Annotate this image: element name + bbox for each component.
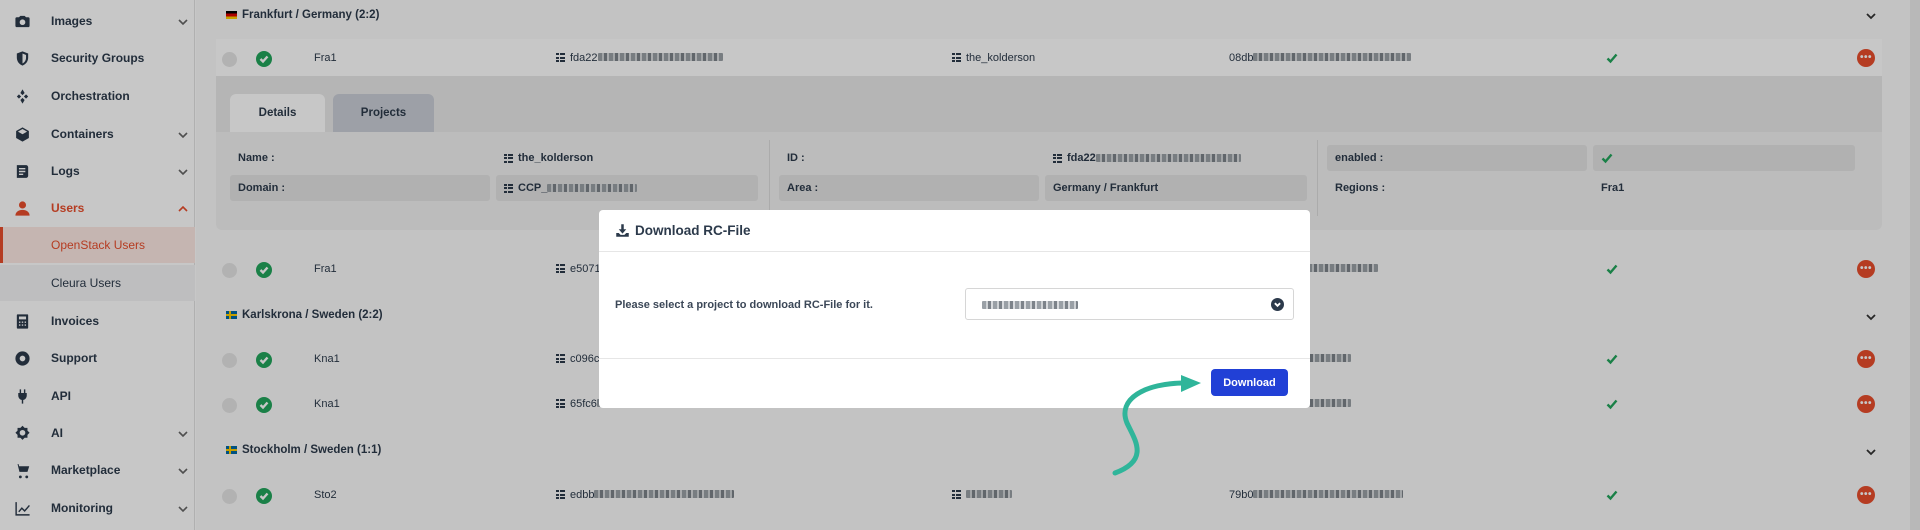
- selected-project-redacted: [982, 301, 1078, 309]
- annotation-arrow-icon: [1112, 375, 1201, 476]
- project-select[interactable]: [965, 288, 1294, 320]
- divider: [599, 358, 1310, 359]
- download-button[interactable]: Download: [1211, 369, 1288, 396]
- modal-header: Download RC-File: [599, 210, 1310, 252]
- project-select-prompt: Please select a project to download RC-F…: [615, 299, 873, 311]
- chevron-down-icon: [1271, 298, 1284, 311]
- download-icon: [615, 223, 630, 238]
- modal-title: Download RC-File: [635, 223, 751, 238]
